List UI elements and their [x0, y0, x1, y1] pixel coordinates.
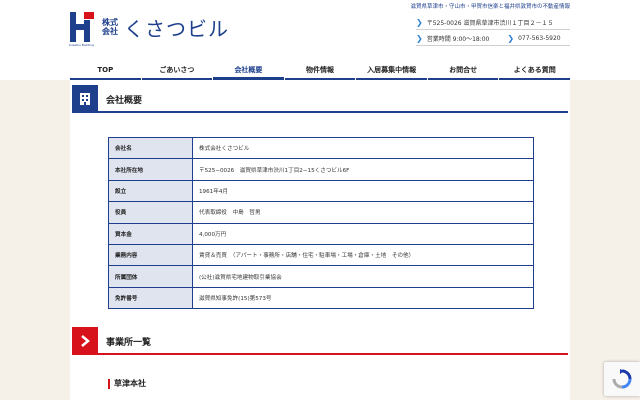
table-row: 本社所在地 〒525−0026 滋賀県草津市渋川1丁目2−15くさつビル6F: [108, 158, 534, 181]
section-title: 会社概要: [106, 95, 143, 106]
company-info-table: 会社名 株式会社くさつビル 本社所在地 〒525−0026 滋賀県草津市渋川1丁…: [108, 136, 534, 310]
table-key: 免許番号: [108, 286, 193, 310]
nav-item-greeting[interactable]: ごあいさつ: [140, 60, 213, 80]
table-row: 業務内容 賃貸＆売買 （アパート・事務所・店舗・住宅・駐車場・工場・倉庫・土地 …: [108, 243, 534, 267]
phone-number: 077-563-5920: [518, 35, 561, 42]
address-row: ❯ 〒525-0026 滋賀県草津市渋川１丁目２－１５: [416, 18, 554, 27]
table-value: 代表取締役 中島 哲男: [192, 201, 534, 224]
hours-row: ❯ 営業時間 9:00～18:00 ❯ 077-563-5920: [416, 34, 561, 43]
table-value: (公社)滋賀県宅地建物取引業協会: [192, 265, 534, 288]
logo-mark-icon: Kusatsu Building: [69, 12, 96, 47]
table-key: 設立: [108, 179, 193, 203]
nav-item-top[interactable]: TOP: [70, 60, 141, 80]
section-underline: [72, 353, 568, 355]
recaptcha-icon: [612, 369, 632, 389]
table-value: 賃貸＆売買 （アパート・事務所・店舗・住宅・駐車場・工場・倉庫・土地 その他）: [192, 243, 534, 267]
table-value: 1961年4月: [192, 179, 534, 203]
phone-link[interactable]: ❯ 077-563-5920: [507, 34, 560, 43]
nav-item-properties[interactable]: 物件情報: [283, 60, 356, 80]
table-row: 会社名 株式会社くさつビル: [108, 136, 534, 160]
table-value: 滋賀県知事免許(15)第573号: [192, 286, 534, 310]
table-row: 免許番号 滋賀県知事免許(15)第573号: [108, 286, 534, 310]
nav-item-contact[interactable]: お問合せ: [426, 60, 499, 80]
table-key: 資本金: [108, 222, 193, 245]
branch-heading: 草津本社: [108, 378, 146, 389]
table-row: 役員 代表取締役 中島 哲男: [108, 201, 534, 224]
logo-kabu-line2: 会社: [102, 27, 118, 36]
table-value: 株式会社くさつビル: [192, 136, 534, 160]
recaptcha-badge[interactable]: [604, 362, 640, 396]
nav-item-company[interactable]: 会社概要: [212, 60, 284, 80]
table-key: 所属団体: [108, 265, 193, 288]
chevron-right-icon: [72, 327, 98, 355]
table-key: 役員: [108, 201, 193, 224]
branch-marker: [108, 378, 110, 389]
site-logo[interactable]: Kusatsu Building 株式 会社 くさつビル: [69, 12, 229, 47]
table-key: 業務内容: [108, 243, 193, 267]
tagline: 滋賀県草津市・守山市・甲賀市信楽と福井県敦賀市の不動産情報: [410, 4, 570, 10]
section-header-offices: 事業所一覧: [72, 327, 568, 355]
logo-kabushiki: 株式 会社: [102, 18, 120, 36]
main-nav: TOP ごあいさつ 会社概要 物件情報 入居募集中情報 お問合せ よくある質問: [70, 60, 570, 80]
hours-text: 営業時間 9:00～18:00: [426, 36, 490, 43]
table-key: 会社名: [108, 136, 193, 160]
nav-item-vacancies[interactable]: 入居募集中情報: [355, 60, 427, 80]
site-header: Kusatsu Building 株式 会社 くさつビル 滋賀県草津市・守山市・…: [0, 0, 640, 60]
section-underline: [72, 111, 568, 113]
logo-name: くさつビル: [124, 16, 229, 41]
logo-kabu-line1: 株式: [102, 18, 118, 27]
table-key: 本社所在地: [108, 158, 193, 181]
chevron-right-icon: ❯: [416, 18, 423, 27]
section-title: 事業所一覧: [106, 337, 152, 348]
logo-sub: Kusatsu Building: [69, 43, 94, 47]
table-row: 所属団体 (公社)滋賀県宅地建物取引業協会: [108, 265, 534, 288]
table-row: 設立 1961年4月: [108, 179, 534, 203]
nav-item-faq[interactable]: よくある質問: [498, 60, 570, 80]
branch-title: 草津本社: [114, 379, 146, 388]
table-row: 資本金 4,000万円: [108, 222, 534, 245]
divider: [416, 45, 570, 46]
chevron-right-icon: ❯: [507, 34, 515, 43]
divider: [416, 29, 570, 30]
table-value: 〒525−0026 滋賀県草津市渋川1丁目2−15くさつビル6F: [192, 158, 534, 181]
building-icon: [72, 85, 98, 113]
table-value: 4,000万円: [192, 222, 534, 245]
chevron-right-icon: ❯: [416, 34, 423, 43]
address-text: 〒525-0026 滋賀県草津市渋川１丁目２－１５: [426, 20, 554, 27]
section-header-company: 会社概要: [72, 85, 568, 113]
